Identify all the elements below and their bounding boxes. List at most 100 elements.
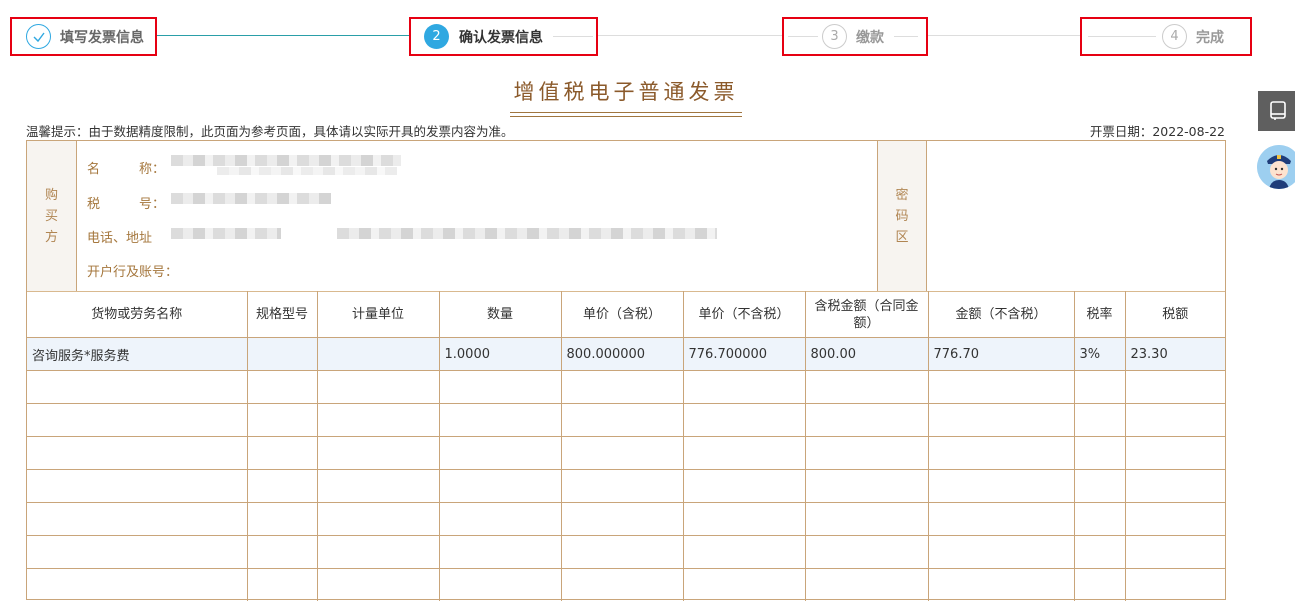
empty-cell — [1124, 436, 1225, 470]
empty-cell — [927, 535, 1075, 569]
empty-cell — [927, 568, 1075, 601]
password-area-label: 密 码 区 — [877, 141, 927, 291]
table-row-empty — [27, 469, 1225, 503]
cell-unit — [316, 337, 440, 371]
empty-cell — [438, 502, 562, 536]
buyer-phone-label: 电话、地址 — [87, 231, 153, 246]
empty-cell — [27, 502, 248, 536]
empty-cell — [927, 469, 1075, 503]
empty-cell — [438, 403, 562, 437]
empty-cell — [804, 502, 929, 536]
empty-cell — [560, 469, 684, 503]
empty-cell — [927, 436, 1075, 470]
buyer-name-label: 名 称： — [87, 162, 166, 177]
step-complete[interactable]: 4 完成 — [1080, 17, 1252, 56]
empty-cell — [316, 502, 440, 536]
step-divider — [894, 36, 918, 37]
step-divider — [788, 36, 818, 37]
step-payment[interactable]: 3 缴款 — [782, 17, 928, 56]
progress-stepper: 填写发票信息 2 确认发票信息 3 缴款 4 完成 — [0, 0, 1295, 60]
col-header: 单价（含税） — [560, 291, 684, 338]
table-row[interactable]: 咨询服务*服务费 1.0000 800.000000 776.700000 80… — [27, 337, 1225, 371]
empty-cell — [560, 403, 684, 437]
empty-cell — [1124, 568, 1225, 601]
step-label: 完成 — [1196, 29, 1224, 46]
empty-cell — [560, 568, 684, 601]
step-number: 3 — [822, 24, 847, 49]
empty-cell — [316, 370, 440, 404]
step-number: 4 — [1162, 24, 1187, 49]
empty-cell — [682, 469, 806, 503]
step-number: 2 — [424, 24, 449, 49]
step-fill-invoice[interactable]: 填写发票信息 — [10, 17, 157, 56]
empty-cell — [1073, 469, 1126, 503]
col-header: 单价（不含税） — [682, 291, 806, 338]
empty-cell — [246, 469, 318, 503]
buyer-section: 购 买 方 名 称： 税 号： 电话、地址 开户行及账号： 密 码 区 — [27, 141, 1225, 292]
empty-cell — [1073, 568, 1126, 601]
redacted-phone — [171, 228, 281, 239]
empty-cell — [316, 535, 440, 569]
empty-cell — [27, 568, 248, 601]
table-row-empty — [27, 568, 1225, 601]
redacted-name — [217, 167, 397, 175]
col-header: 金额（不含税） — [927, 291, 1075, 338]
empty-cell — [1124, 370, 1225, 404]
empty-cell — [682, 370, 806, 404]
redacted-tax-number — [171, 193, 331, 204]
empty-cell — [682, 568, 806, 601]
empty-cell — [804, 436, 929, 470]
cell-unit-price-excl-tax: 776.700000 — [682, 337, 806, 371]
empty-cell — [438, 568, 562, 601]
buyer-side-label: 购 买 方 — [27, 141, 77, 291]
cell-tax-rate: 3% — [1073, 337, 1126, 371]
col-header: 含税金额（合同金额） — [804, 291, 929, 338]
customer-service-avatar[interactable] — [1257, 145, 1295, 189]
empty-cell — [246, 370, 318, 404]
cell-quantity: 1.0000 — [438, 337, 562, 371]
cell-spec — [246, 337, 318, 371]
manual-book-button[interactable] — [1258, 91, 1295, 131]
goods-table: 货物或劳务名称 规格型号 计量单位 数量 单价（含税） 单价（不含税） 含税金额… — [27, 291, 1225, 601]
issue-date: 开票日期：2022-08-22 — [1089, 124, 1225, 139]
empty-cell — [1073, 436, 1126, 470]
service-agent-icon — [1257, 145, 1295, 189]
empty-cell — [682, 403, 806, 437]
empty-cell — [927, 370, 1075, 404]
table-row-empty — [27, 502, 1225, 536]
step-divider — [553, 36, 593, 37]
step-confirm-invoice[interactable]: 2 确认发票信息 — [409, 17, 598, 56]
empty-cell — [927, 403, 1075, 437]
empty-cell — [804, 403, 929, 437]
cell-unit-price-incl-tax: 800.000000 — [560, 337, 684, 371]
invoice-title: 增值税电子普通发票 — [513, 80, 739, 104]
empty-cell — [682, 535, 806, 569]
redacted-address — [337, 228, 717, 239]
empty-cell — [560, 535, 684, 569]
col-header: 计量单位 — [316, 291, 440, 338]
empty-cell — [560, 370, 684, 404]
invoice-frame: 购 买 方 名 称： 税 号： 电话、地址 开户行及账号： 密 码 区 货物或劳… — [26, 140, 1226, 601]
empty-cell — [246, 568, 318, 601]
empty-cell — [246, 535, 318, 569]
title-underline — [510, 112, 742, 113]
empty-cell — [1124, 403, 1225, 437]
empty-cell — [246, 502, 318, 536]
empty-cell — [316, 436, 440, 470]
table-row-empty — [27, 370, 1225, 404]
step-divider — [1088, 36, 1156, 37]
empty-cell — [927, 502, 1075, 536]
empty-cell — [438, 370, 562, 404]
empty-cell — [1124, 535, 1225, 569]
empty-cell — [560, 436, 684, 470]
empty-cell — [27, 403, 248, 437]
empty-cell — [682, 436, 806, 470]
step-connector-1 — [157, 35, 409, 36]
col-header: 税率 — [1073, 291, 1126, 338]
check-icon — [26, 24, 51, 49]
buyer-tax-label: 税 号： — [87, 197, 166, 212]
table-row-empty — [27, 403, 1225, 437]
col-header: 货物或劳务名称 — [27, 291, 248, 338]
empty-cell — [560, 502, 684, 536]
empty-cell — [804, 568, 929, 601]
